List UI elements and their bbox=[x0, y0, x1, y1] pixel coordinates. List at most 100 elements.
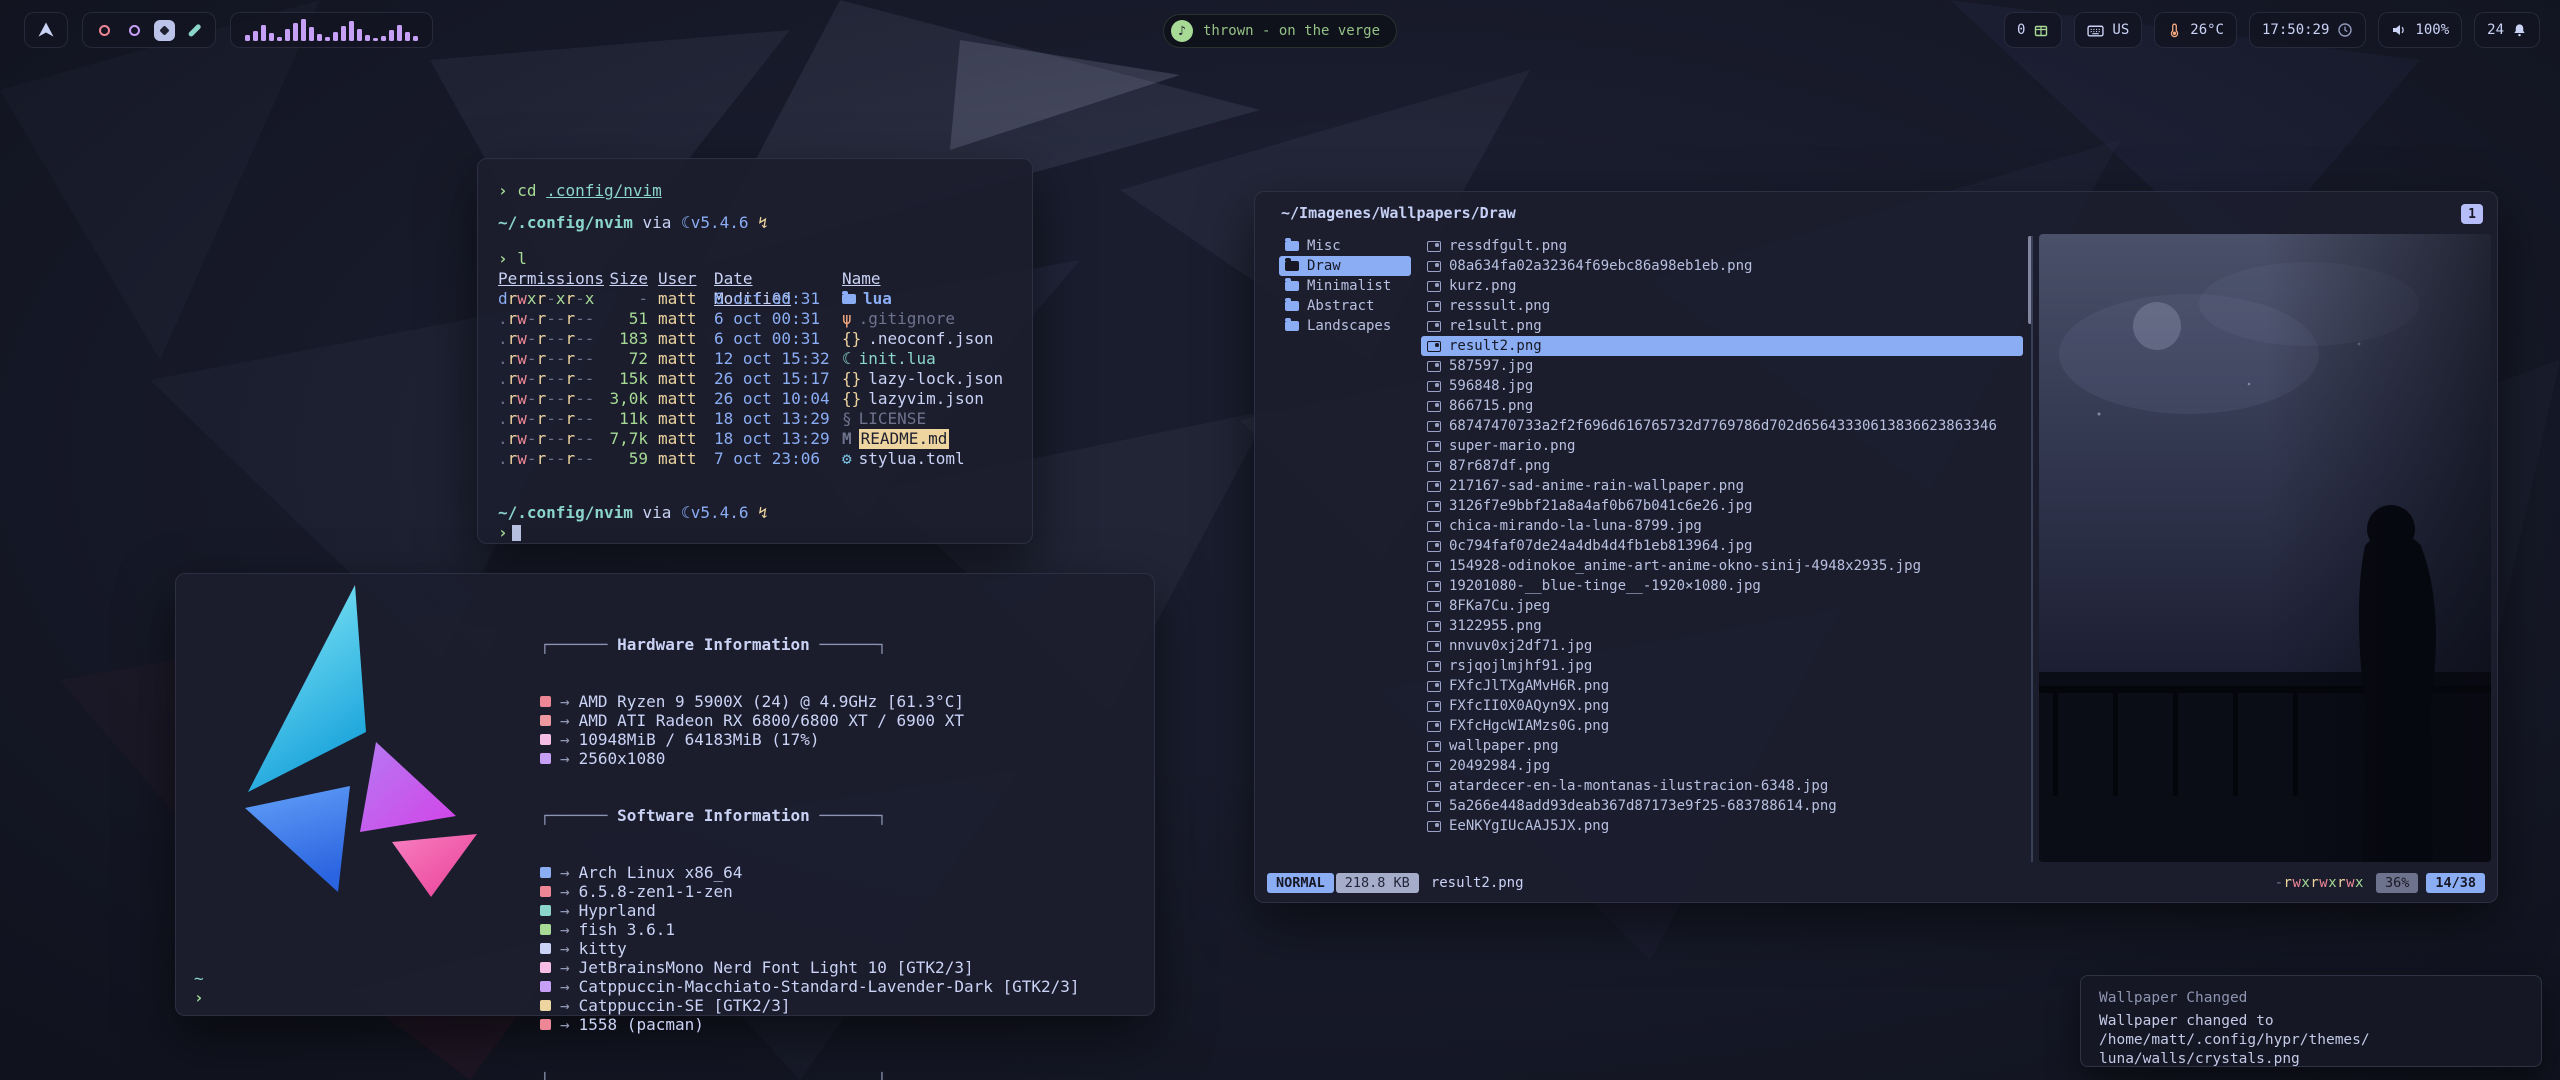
file-item[interactable]: 0c794faf07de24a4db4d4fb1eb813964.jpg bbox=[1421, 536, 2023, 556]
file-item[interactable]: chica-mirando-la-luna-8799.jpg bbox=[1421, 516, 2023, 536]
image-file-icon bbox=[1427, 721, 1441, 732]
sidebar-item-misc[interactable]: Misc bbox=[1279, 236, 1411, 256]
file-name: lazy-lock.json bbox=[868, 369, 1003, 389]
temperature-widget[interactable]: 26°C bbox=[2154, 12, 2237, 48]
file-manager-window[interactable]: ~/Imagenes/Wallpapers/Draw 1 MiscDrawMin… bbox=[1254, 191, 2498, 903]
file-name: atardecer-en-la-montanas-ilustracion-634… bbox=[1449, 778, 1828, 794]
file-item[interactable]: result2.png bbox=[1421, 336, 2023, 356]
terminal-window[interactable]: › cd .config/nvim ~/.config/nvim via ☾v5… bbox=[477, 158, 1033, 544]
keyboard-layout-widget[interactable]: US bbox=[2074, 12, 2142, 48]
file-item[interactable]: 3122955.png bbox=[1421, 616, 2023, 636]
user-cell: matt bbox=[658, 329, 704, 349]
file-row: .rw-r--r--183matt 6 oct 00:31{}.neoconf.… bbox=[498, 329, 1012, 349]
info-text: AMD ATI Radeon RX 6800/6800 XT / 6900 XT bbox=[579, 711, 964, 730]
arrow-icon: → bbox=[560, 996, 570, 1015]
notification-popup[interactable]: Wallpaper Changed Wallpaper changed to /… bbox=[2080, 975, 2542, 1067]
file-item[interactable]: FXfcHgcWIAMzs0G.png bbox=[1421, 716, 2023, 736]
info-text: 2560x1080 bbox=[579, 749, 666, 768]
file-item[interactable]: resssult.png bbox=[1421, 296, 2023, 316]
file-item[interactable]: rsjqojlmjhf91.jpg bbox=[1421, 656, 2023, 676]
size-cell: 51 bbox=[608, 309, 648, 329]
file-item[interactable]: super-mario.png bbox=[1421, 436, 2023, 456]
file-item[interactable]: 8FKa7Cu.jpeg bbox=[1421, 596, 2023, 616]
permissions-cell: .rw-r--r-- bbox=[498, 309, 598, 329]
now-playing-title: thrown - on the verge bbox=[1203, 23, 1380, 39]
info-icon bbox=[540, 962, 551, 973]
file-name: nnvuv0xj2df71.jpg bbox=[1449, 638, 1592, 654]
name-cell: ☾init.lua bbox=[842, 349, 1012, 369]
file-name: 596848.jpg bbox=[1449, 378, 1533, 394]
arrow-icon: → bbox=[560, 920, 570, 939]
file-item[interactable]: EeNKYgIUcAAJ5JX.png bbox=[1421, 816, 2023, 836]
file-item[interactable]: 20492984.jpg bbox=[1421, 756, 2023, 776]
notification-body-line: Wallpaper changed to /home/matt/.config/… bbox=[2099, 1012, 2523, 1050]
file-name: rsjqojlmjhf91.jpg bbox=[1449, 658, 1592, 674]
image-file-icon bbox=[1427, 621, 1441, 632]
arrow-icon: → bbox=[560, 977, 570, 996]
file-item[interactable]: 68747470733a2f2f696d616765732d7769786d70… bbox=[1421, 416, 2023, 436]
fetch-terminal-window[interactable]: ┌────── Hardware Information ──────┐ →AM… bbox=[175, 573, 1155, 1016]
file-item[interactable]: re1sult.png bbox=[1421, 316, 2023, 336]
file-item[interactable]: atardecer-en-la-montanas-ilustracion-634… bbox=[1421, 776, 2023, 796]
speaker-icon bbox=[2391, 22, 2407, 38]
file-name: 8FKa7Cu.jpeg bbox=[1449, 598, 1550, 614]
file-item[interactable]: 5a266e448add93deab367d87173e9f25-6837886… bbox=[1421, 796, 2023, 816]
file-item[interactable]: 596848.jpg bbox=[1421, 376, 2023, 396]
info-line: →fish 3.6.1 bbox=[540, 920, 1080, 939]
launcher-button[interactable] bbox=[24, 12, 68, 48]
file-item[interactable]: 866715.png bbox=[1421, 396, 2023, 416]
tab-badge[interactable]: 1 bbox=[2461, 204, 2483, 224]
sidebar-item-minimalist[interactable]: Minimalist bbox=[1279, 276, 1411, 296]
info-icon bbox=[540, 867, 551, 878]
file-item[interactable]: 217167-sad-anime-rain-wallpaper.png bbox=[1421, 476, 2023, 496]
file-item[interactable]: 3126f7e9bbf21a8a4af0b67b041c6e26.jpg bbox=[1421, 496, 2023, 516]
workspace-3[interactable] bbox=[153, 19, 175, 41]
user-cell: matt bbox=[658, 389, 704, 409]
folder-name: Abstract bbox=[1307, 298, 1374, 314]
info-text: kitty bbox=[579, 939, 627, 958]
pane-divider bbox=[2031, 236, 2033, 862]
sidebar-item-landscapes[interactable]: Landscapes bbox=[1279, 316, 1411, 336]
file-item[interactable]: ressdfgult.png bbox=[1421, 236, 2023, 256]
file-item[interactable]: 587597.jpg bbox=[1421, 356, 2023, 376]
info-icon bbox=[540, 1000, 551, 1011]
volume-widget[interactable]: 100% bbox=[2378, 12, 2462, 48]
media-player-widget[interactable]: ♪ thrown - on the verge bbox=[1163, 14, 1397, 48]
file-item[interactable]: kurz.png bbox=[1421, 276, 2023, 296]
arrow-icon: → bbox=[560, 939, 570, 958]
sidebar-item-abstract[interactable]: Abstract bbox=[1279, 296, 1411, 316]
file-name: ressdfgult.png bbox=[1449, 238, 1567, 254]
braces-icon: {} bbox=[842, 389, 861, 409]
arrow-icon: → bbox=[560, 749, 570, 768]
workspace-4[interactable] bbox=[183, 19, 205, 41]
folder-name: Landscapes bbox=[1307, 318, 1391, 334]
image-file-icon bbox=[1427, 761, 1441, 772]
file-name: 866715.png bbox=[1449, 398, 1533, 414]
file-item[interactable]: 19201080-__blue-tinge__-1920×1080.jpg bbox=[1421, 576, 2023, 596]
workspace-1[interactable] bbox=[93, 19, 115, 41]
cava-bar bbox=[373, 38, 378, 41]
cava-bar bbox=[349, 21, 354, 41]
notifications-widget[interactable]: 24 bbox=[2474, 12, 2540, 48]
file-item[interactable]: 08a634fa02a32364f69ebc86a98eb1eb.png bbox=[1421, 256, 2023, 276]
workspace-2[interactable] bbox=[123, 19, 145, 41]
file-item[interactable]: 154928-odinokoe_anime-art-anime-okno-sin… bbox=[1421, 556, 2023, 576]
info-line: → kitty bbox=[540, 939, 1080, 958]
file-item[interactable]: FXfcJlTXgAMvH6R.png bbox=[1421, 676, 2023, 696]
file-item[interactable]: wallpaper.png bbox=[1421, 736, 2023, 756]
size-cell: 183 bbox=[608, 329, 648, 349]
software-section-header: ┌────── Software Information ──────┐ bbox=[540, 806, 1080, 825]
name-cell: {}lazyvim.json bbox=[842, 389, 1012, 409]
arrow-icon: → bbox=[560, 1015, 570, 1034]
file-item[interactable]: FXfcII0X0AQyn9X.png bbox=[1421, 696, 2023, 716]
clock-widget[interactable]: 17:50:29 bbox=[2249, 12, 2366, 48]
terminal-command-line: › l bbox=[498, 249, 1012, 269]
file-manager-header: ~/Imagenes/Wallpapers/Draw 1 bbox=[1281, 204, 2483, 224]
file-item[interactable]: nnvuv0xj2df71.jpg bbox=[1421, 636, 2023, 656]
cava-bar bbox=[333, 32, 338, 41]
file-item[interactable]: 87r687df.png bbox=[1421, 456, 2023, 476]
keyboard-layout: US bbox=[2112, 22, 2129, 38]
updates-widget[interactable]: 0 bbox=[2004, 12, 2062, 48]
sidebar-item-draw[interactable]: Draw bbox=[1279, 256, 1411, 276]
file-row: .rw-r--r--72matt12 oct 15:32☾init.lua bbox=[498, 349, 1012, 369]
